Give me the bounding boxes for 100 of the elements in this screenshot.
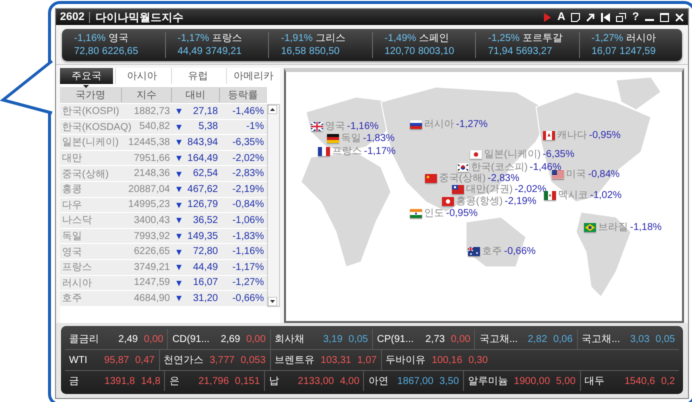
commodity-name: 아연: [368, 375, 390, 388]
windows-icon[interactable]: [616, 12, 626, 22]
change-arrow: ▼: [174, 137, 184, 148]
column-header: 등락률: [227, 89, 259, 102]
table-row[interactable]: 다우 14995,23 ▼ 126,79 -0,84%: [60, 198, 267, 214]
ticker-diff: 71,94: [488, 45, 514, 58]
table-cell-text: 홍콩: [61, 183, 83, 196]
commodity-change: 0,053: [240, 354, 266, 366]
table-row[interactable]: 중국(상해) 2148,36 ▼ 62,54 -2,83%: [60, 166, 267, 182]
ticker-change: -1,17%: [178, 32, 210, 45]
country-label: 프랑스: [332, 145, 362, 158]
commodity-value: 95,87: [104, 354, 130, 366]
change-arrow: ▼: [174, 106, 184, 116]
ticker-value: 5693,27: [516, 45, 552, 58]
country-label: 러시아: [424, 118, 454, 131]
commodity-change: 0,05: [348, 334, 368, 344]
ticker-change: -1,49%: [384, 32, 416, 45]
change-arrow: ▼: [174, 200, 184, 210]
toolbar-button[interactable]: A: [557, 11, 566, 23]
ticker-change: -1,25%: [488, 32, 520, 45]
toolbar-button[interactable]: ?: [632, 11, 639, 23]
commodity-name: CP(91...: [377, 334, 415, 344]
table-row[interactable]: 나스닥 3400,43 ▼ 36,52 -1,06%: [60, 213, 267, 229]
country-label: 한국(코스피): [471, 161, 528, 174]
table-cell-text: 20887,04: [128, 184, 171, 195]
change-label: -0,66%: [504, 246, 536, 256]
country-label: 인도: [424, 207, 444, 220]
ticker-change: -1,91%: [281, 32, 313, 45]
table-cell-text: 영국: [61, 246, 83, 259]
commodity-value: 21,796: [198, 376, 229, 386]
table-row[interactable]: 한국(KOSPI) 1882,73 ▼ 27,18 -1,46%: [60, 104, 267, 120]
change-label: -0,95%: [589, 130, 621, 140]
table-cell-text: 843,94: [186, 136, 219, 148]
commodity-value: 3,19: [323, 334, 343, 344]
ticker-value: 850,50: [309, 45, 340, 58]
change-arrow: ▼: [174, 246, 184, 257]
change-arrow: ▼: [174, 278, 184, 288]
commodity-value: 2133,00: [298, 376, 334, 386]
table-row[interactable]: 독일 7993,92 ▼ 149,35 -1,83%: [60, 228, 267, 244]
close-icon[interactable]: [675, 12, 684, 22]
commodity-change: 5,00: [556, 376, 576, 386]
table-cell-text: -1,17%: [231, 262, 265, 273]
commodity-name: 납: [268, 375, 280, 388]
play-icon[interactable]: [544, 12, 552, 22]
table-cell-text: 16,07: [192, 277, 219, 288]
table-row[interactable]: 홍콩 20887,04 ▼ 467,62 -2,19%: [60, 182, 267, 198]
table-cell-text: -2,83%: [231, 168, 265, 180]
country-label: 독일: [341, 132, 361, 145]
commodity-change: 0,06: [553, 334, 573, 344]
table-row[interactable]: 대만 7951,66 ▼ 164,49 -2,02%: [60, 150, 267, 166]
change-label: -0,95%: [446, 208, 478, 218]
table-cell-text: 다우: [61, 198, 83, 212]
change-arrow: ▼: [174, 293, 184, 304]
table-cell-text: -1,27%: [231, 277, 265, 288]
commodity-change: 1,07: [357, 354, 377, 366]
skip-back-icon[interactable]: [601, 12, 610, 22]
table-cell-text: 나스닥: [61, 214, 93, 228]
table-row[interactable]: 영국 6226,65 ▼ 72,80 -1,16%: [60, 244, 267, 260]
table-cell-text: 한국(KOSPI): [61, 105, 120, 118]
column-header: 지수: [122, 88, 172, 102]
change-label: -1,02%: [590, 190, 622, 200]
change-arrow: ▼: [174, 184, 184, 194]
table-cell-text: 프랑스: [61, 261, 93, 274]
commodity-name: 회사채: [274, 333, 306, 346]
country-label: 호주: [482, 245, 502, 258]
change-label: -6,35%: [542, 148, 574, 160]
table-cell-text: 1247,59: [132, 277, 171, 288]
arrow-icon[interactable]: [586, 12, 596, 22]
table-cell-text: -0,66%: [231, 292, 265, 304]
table-row[interactable]: 호주 4684,90 ▼ 31,20 -0,66%: [60, 291, 267, 307]
commodity-value: 1391,8: [104, 376, 135, 386]
ticker-name: 스페인: [419, 32, 450, 45]
commodity-change: 0,00: [144, 334, 164, 344]
country-label: 일본(니케이): [484, 148, 541, 161]
commodity-name: WTI: [69, 354, 88, 366]
table-cell-text: -1,06%: [231, 214, 265, 226]
table-cell-text: -0,84%: [231, 199, 265, 210]
table-cell-text: -1%: [245, 121, 265, 132]
commodity-change: 0,2: [661, 376, 675, 386]
change-label: -2,83%: [488, 172, 520, 184]
scroll-down-icon[interactable]: [268, 296, 277, 306]
table-cell-text: 164,49: [186, 152, 219, 164]
table-row[interactable]: 프랑스 3749,21 ▼ 44,49 -1,17%: [60, 260, 267, 276]
ticker-change: -1,27%: [592, 32, 624, 45]
commodity-change: 0,30: [468, 354, 488, 366]
commodity-value: 1867,00: [397, 376, 434, 386]
scroll-up-icon[interactable]: [268, 105, 277, 114]
table-cell-text: -2,19%: [231, 184, 265, 195]
commodity-name: 천연가스: [164, 354, 204, 367]
table-cell-text: 일본(니케이): [61, 136, 120, 150]
maximize-icon[interactable]: [660, 12, 669, 22]
table-row[interactable]: 러시아 1247,59 ▼ 16,07 -1,27%: [60, 276, 267, 292]
table-cell-text: -6,35%: [231, 136, 265, 148]
country-label: 미국: [566, 168, 586, 181]
ticker-value: 3749,21: [206, 45, 242, 58]
scrollbar[interactable]: [267, 104, 280, 307]
table-row[interactable]: 한국(KOSDAQ) 540,82 ▼ 5,38 -1%: [60, 120, 267, 136]
note-icon[interactable]: [571, 12, 580, 22]
change-label: -0,84%: [588, 168, 620, 180]
table-row[interactable]: 일본(니케이) 12445,38 ▼ 843,94 -6,35%: [60, 135, 267, 151]
